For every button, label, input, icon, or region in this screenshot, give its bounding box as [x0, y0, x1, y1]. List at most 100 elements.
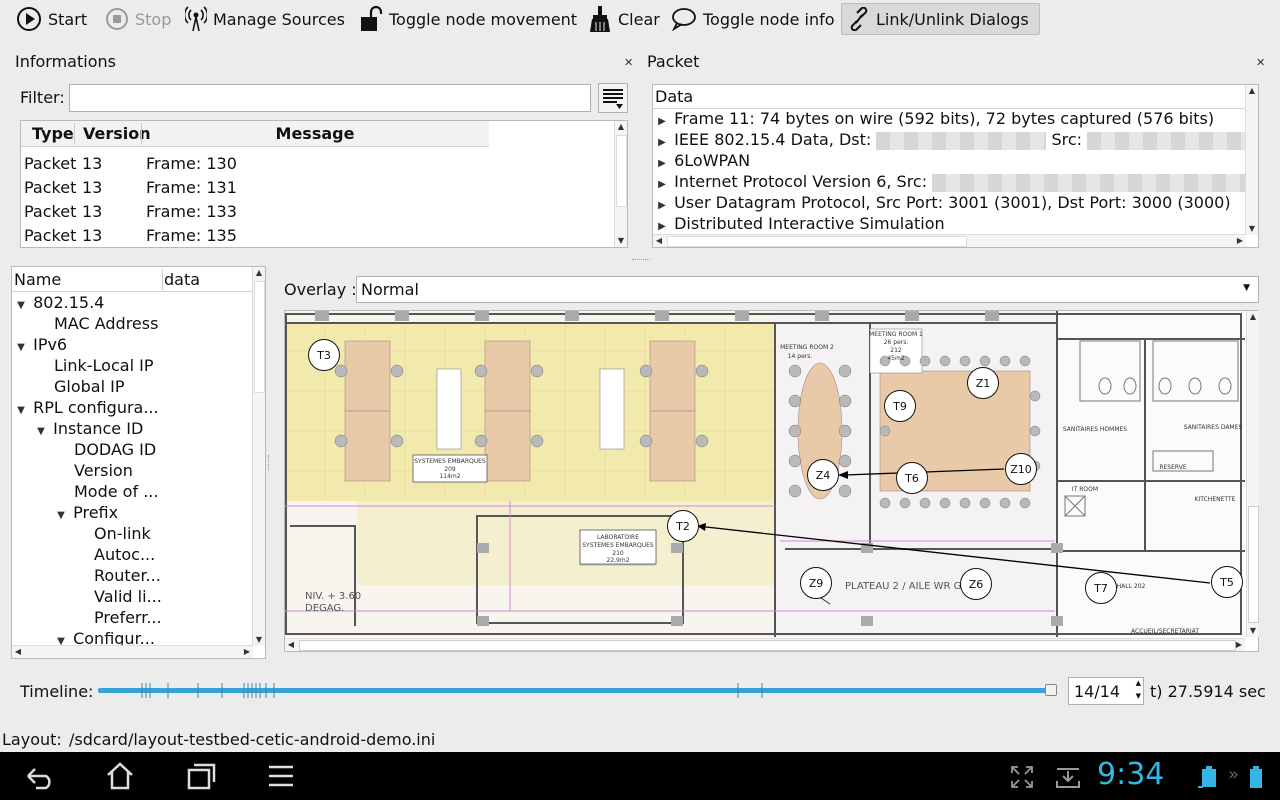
toggle-node-info-label: Toggle node info — [703, 9, 835, 29]
start-button[interactable]: Start — [16, 3, 87, 35]
download-notification-icon[interactable] — [1055, 765, 1081, 793]
clear-button[interactable]: Clear — [588, 3, 660, 35]
home-icon — [107, 762, 133, 790]
tree-item[interactable]: ▼ Prefix — [54, 502, 118, 523]
column-header-data[interactable]: data — [164, 270, 200, 289]
redacted-address — [1087, 131, 1247, 150]
packet-header-data[interactable]: Data — [655, 87, 693, 106]
tree-item[interactable]: ▼ Configur... — [54, 628, 155, 646]
map-label: SYSTEMES EMBARQUES — [582, 542, 654, 549]
column-header-type[interactable]: Type — [32, 124, 74, 143]
map-label: ACCUEIL/SECRETARIAT — [1131, 628, 1199, 635]
tree-item[interactable]: ▼ Instance ID — [34, 418, 143, 439]
stop-button[interactable]: Stop — [105, 3, 171, 35]
row-version: 13 — [82, 178, 103, 197]
tree-item[interactable]: Valid li... — [94, 586, 162, 607]
broom-icon — [590, 6, 610, 32]
tree-item[interactable]: Mode of ... — [74, 481, 158, 502]
map-label: 22,9m2 — [606, 557, 629, 564]
tree-item[interactable]: DODAG ID — [74, 439, 156, 460]
speech-bubble-icon — [671, 8, 696, 31]
timeline-handle[interactable] — [1045, 684, 1057, 696]
column-header-name[interactable]: Name — [14, 270, 61, 289]
tree-item[interactable]: On-link — [94, 523, 151, 544]
map-node[interactable]: Z9 — [800, 567, 832, 599]
tree-item[interactable]: Link-Local IP — [54, 355, 153, 376]
packet-line-6lowpan[interactable]: ▶ 6LoWPAN — [653, 150, 1247, 171]
table-row[interactable]: Packet 13 Frame: 135 — [21, 224, 616, 248]
menu-button[interactable] — [268, 764, 294, 792]
packet-title: Packet — [647, 52, 700, 71]
packet-line-frame[interactable]: ▶ Frame 11: 74 bytes on wire (592 bits),… — [653, 108, 1247, 129]
layout-path: /sdcard/layout-testbed-cetic-android-dem… — [69, 730, 436, 749]
tree-item[interactable]: Global IP — [54, 376, 125, 397]
start-label: Start — [48, 9, 88, 29]
splitter-handle-vertical[interactable] — [268, 455, 272, 471]
packet-line-ieee[interactable]: ▶ IEEE 802.15.4 Data, Dst: Src: — [653, 129, 1247, 150]
filter-input[interactable] — [69, 84, 591, 112]
map-node[interactable]: T3 — [308, 339, 340, 371]
packet-vertical-scrollbar[interactable]: ▲ ▼ — [1245, 85, 1258, 235]
home-button[interactable] — [105, 761, 135, 795]
packet-line-udp[interactable]: ▶ User Datagram Protocol, Src Port: 3001… — [653, 192, 1247, 213]
tree-vertical-scrollbar[interactable]: ▲ ▼ — [252, 267, 265, 646]
fullscreen-icon[interactable] — [1010, 765, 1034, 793]
map-label: DEGAG. — [305, 603, 344, 614]
timeline-spin-value: 14/14 — [1074, 682, 1121, 701]
map-label: 14 pers. — [788, 353, 813, 360]
tree-horizontal-scrollbar[interactable]: ◀ ▶ — [12, 645, 253, 658]
overlay-select[interactable]: Normal ▼ — [356, 276, 1259, 303]
tree-item[interactable]: Version — [74, 460, 133, 481]
link-unlink-dialogs-button[interactable]: Link/Unlink Dialogs — [841, 3, 1040, 35]
tree-item[interactable]: ▼ 802.15.4 — [14, 292, 104, 313]
menu-icon — [269, 765, 293, 787]
row-version: 13 — [82, 154, 103, 173]
stop-icon — [106, 8, 128, 30]
manage-sources-button[interactable]: Manage Sources — [185, 3, 345, 35]
packet-line-ipv6[interactable]: ▶ Internet Protocol Version 6, Src: — [653, 171, 1247, 192]
map-label: LABORATOIRE — [597, 534, 639, 541]
messages-vertical-scrollbar[interactable]: ▲ ▼ — [614, 121, 627, 247]
map-node[interactable]: Z1 — [967, 367, 999, 399]
splitter-handle[interactable] — [632, 259, 650, 262]
tree-item[interactable]: ▼ RPL configura... — [14, 397, 158, 418]
table-row[interactable]: Packet 13 Frame: 130 — [21, 152, 616, 176]
toggle-node-info-button[interactable]: Toggle node info — [671, 3, 835, 35]
back-button[interactable] — [24, 762, 56, 794]
toggle-node-movement-button[interactable]: Toggle node movement — [359, 3, 577, 35]
tree-item[interactable]: ▼ IPv6 — [14, 334, 67, 355]
table-row[interactable]: Packet 13 Frame: 133 — [21, 200, 616, 224]
map-node[interactable]: T6 — [896, 462, 928, 494]
status-clock: 9:34 — [1097, 757, 1165, 792]
link-icon — [850, 7, 868, 31]
informations-close-icon[interactable]: ✕ — [624, 56, 633, 69]
toolbar: Start Stop Manage Sources Toggle node mo… — [0, 0, 1280, 40]
tree-item[interactable]: Router... — [94, 565, 161, 586]
floor-plan-canvas[interactable]: SYSTEMES EMBARQUES 209 114m2 LABORATOIRE… — [285, 311, 1245, 637]
tree-item[interactable]: MAC Address — [54, 313, 158, 334]
map-node[interactable]: Z6 — [960, 568, 992, 600]
map-node[interactable]: T5 — [1211, 566, 1243, 598]
packet-line-dis[interactable]: ▶ Distributed Interactive Simulation — [653, 213, 1247, 234]
map-node[interactable]: T2 — [667, 510, 699, 542]
filter-options-button[interactable] — [598, 83, 628, 113]
map-node[interactable]: Z10 — [1005, 453, 1037, 485]
table-row[interactable]: Packet 13 Frame: 131 — [21, 176, 616, 200]
column-header-message[interactable]: Message — [141, 124, 489, 143]
map-horizontal-scrollbar[interactable]: ◀ ▶ — [285, 638, 1245, 651]
packet-close-icon[interactable]: ✕ — [1256, 56, 1265, 69]
tree-item[interactable]: Autoc... — [94, 544, 155, 565]
spin-up-icon[interactable]: ▲ — [1136, 679, 1141, 687]
stop-label: Stop — [135, 9, 172, 29]
tree-item[interactable]: Preferr... — [94, 607, 162, 628]
map-node[interactable]: T7 — [1085, 572, 1117, 604]
packet-tree-body: ▶ Frame 11: 74 bytes on wire (592 bits),… — [653, 108, 1247, 238]
timeline-spinbox[interactable]: 14/14 ▲ ▼ — [1068, 677, 1144, 705]
map-label: 210 — [612, 550, 624, 557]
map-node[interactable]: T9 — [884, 390, 916, 422]
spin-down-icon[interactable]: ▼ — [1136, 692, 1141, 700]
recent-apps-button[interactable] — [186, 762, 216, 794]
map-node[interactable]: Z4 — [807, 459, 839, 491]
packet-horizontal-scrollbar[interactable]: ◀ ▶ — [653, 234, 1246, 247]
map-vertical-scrollbar[interactable]: ▲ ▼ — [1246, 311, 1259, 637]
